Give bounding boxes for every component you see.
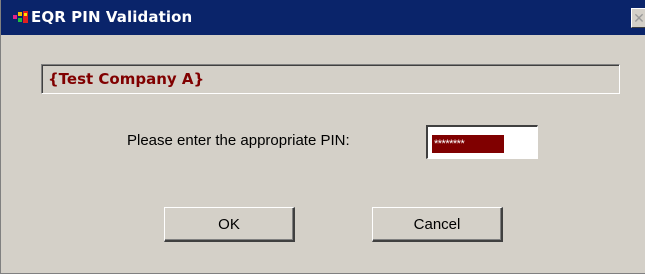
company-name: {Test Company A}	[48, 70, 205, 88]
pin-label: Please enter the appropriate PIN:	[127, 132, 350, 149]
cancel-button-label: Cancel	[413, 215, 461, 233]
cancel-button[interactable]: Cancel	[372, 207, 503, 242]
pin-input[interactable]: ********	[426, 125, 538, 159]
ok-button[interactable]: OK	[164, 207, 295, 242]
ok-button-label: OK	[218, 215, 240, 233]
title-bar[interactable]: EQR PIN Validation ✕	[1, 0, 645, 35]
pin-masked-value: ********	[432, 135, 504, 153]
pin-validation-dialog: EQR PIN Validation ✕ {Test Company A} Pl…	[0, 0, 645, 274]
app-icon	[13, 10, 29, 24]
window-title: EQR PIN Validation	[31, 8, 193, 26]
company-name-field: {Test Company A}	[41, 64, 620, 94]
close-icon[interactable]: ✕	[631, 8, 645, 28]
